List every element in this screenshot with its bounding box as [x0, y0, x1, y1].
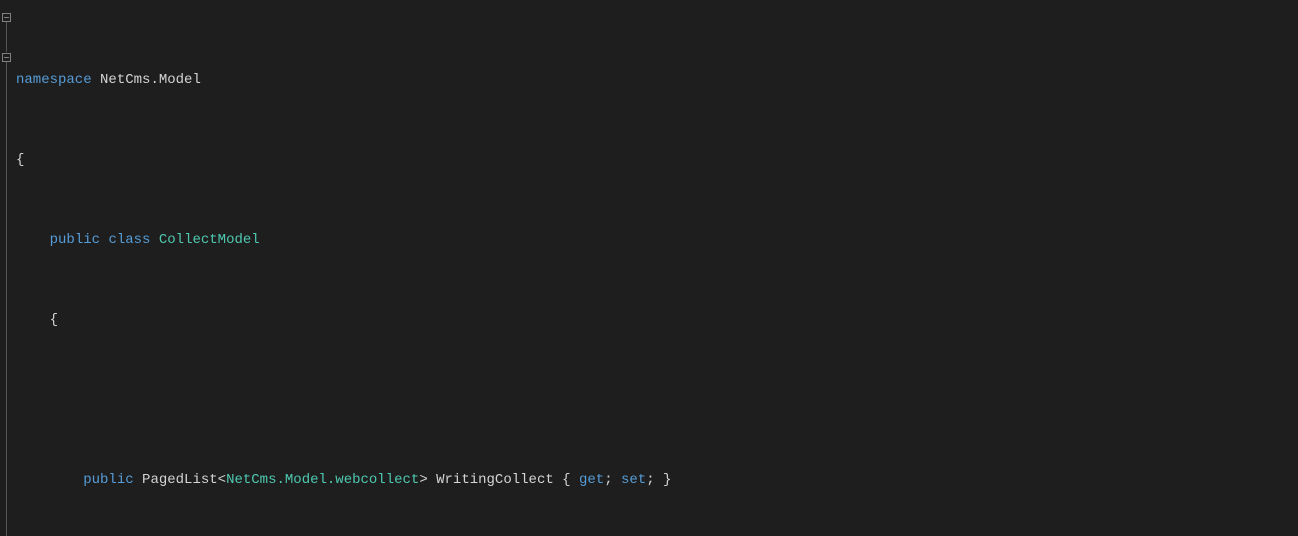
keyword-class: class [108, 232, 150, 248]
keyword-public: public [50, 232, 100, 248]
space [150, 232, 158, 248]
space [92, 72, 100, 88]
prop-open: { [554, 472, 579, 488]
keyword-set: set [621, 472, 646, 488]
outline-guide-line [6, 62, 7, 536]
prop-close: } [655, 472, 672, 488]
space [613, 472, 621, 488]
angle-close: > [419, 472, 427, 488]
type-pagedlist: PagedList [142, 472, 218, 488]
outline-collapse-icon[interactable] [2, 53, 11, 62]
semicolon: ; [646, 472, 654, 488]
code-line[interactable]: { [16, 310, 1298, 330]
outline-guide-line [6, 22, 7, 52]
code-line[interactable]: { [16, 150, 1298, 170]
vertical-scrollbar[interactable] [1282, 0, 1298, 536]
brace-open: { [16, 152, 24, 168]
outline-gutter [0, 0, 14, 536]
keyword-public: public [83, 472, 133, 488]
code-line[interactable]: namespace NetCms.Model [16, 70, 1298, 90]
generic-type: NetCms.Model.webcollect [226, 472, 419, 488]
semicolon: ; [604, 472, 612, 488]
space [428, 472, 436, 488]
namespace-name: NetCms.Model [100, 72, 201, 88]
code-line[interactable]: public PagedList<NetCms.Model.webcollect… [16, 470, 1298, 490]
code-line[interactable]: public class CollectModel [16, 230, 1298, 250]
space [134, 472, 142, 488]
keyword-namespace: namespace [16, 72, 92, 88]
outline-collapse-icon[interactable] [2, 13, 11, 22]
keyword-get: get [579, 472, 604, 488]
brace-open: { [50, 312, 58, 328]
class-name: CollectModel [159, 232, 260, 248]
code-editor[interactable]: namespace NetCms.Model { public class Co… [0, 0, 1298, 536]
angle-open: < [218, 472, 226, 488]
property-name: WritingCollect [436, 472, 554, 488]
code-area[interactable]: namespace NetCms.Model { public class Co… [16, 0, 1298, 536]
code-line-blank[interactable] [16, 390, 1298, 410]
